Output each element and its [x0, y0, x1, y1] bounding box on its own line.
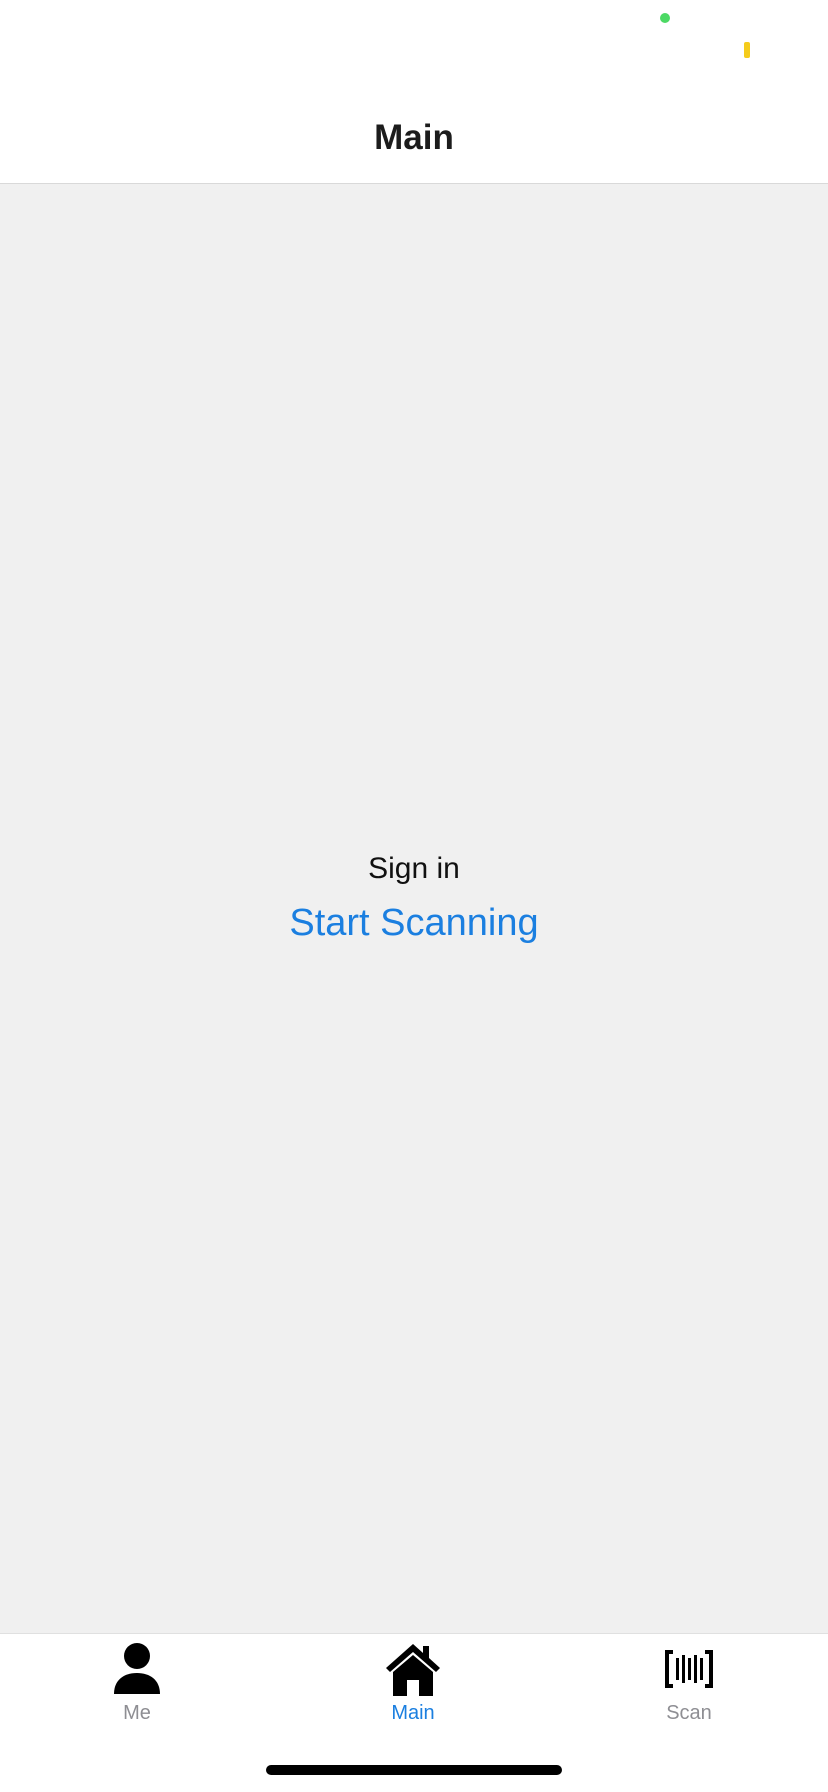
sign-in-text[interactable]: Sign in [0, 852, 828, 886]
tab-me-label: Me [123, 1702, 151, 1724]
start-scanning-button[interactable]: Start Scanning [0, 902, 828, 945]
home-icon [386, 1644, 440, 1696]
tab-scan-label: Scan [666, 1702, 712, 1724]
status-indicator-mark [744, 42, 750, 58]
tab-me[interactable]: Me [47, 1642, 227, 1742]
home-indicator[interactable] [266, 1765, 562, 1775]
page-title: Main [374, 118, 454, 157]
person-icon [114, 1643, 160, 1694]
tab-main[interactable]: Main [323, 1642, 503, 1742]
app-screen: Main Sign in Start Scanning Me Main Scan [0, 0, 828, 1792]
barcode-icon [665, 1650, 713, 1688]
status-bar [0, 0, 828, 90]
tab-main-label: Main [391, 1702, 435, 1724]
tab-bar: Me Main Scan [0, 1633, 828, 1792]
main-content: Sign in Start Scanning [0, 184, 828, 1633]
navigation-header: Main [0, 90, 828, 184]
privacy-indicator-dot [660, 13, 670, 23]
tab-scan[interactable]: Scan [599, 1642, 779, 1742]
